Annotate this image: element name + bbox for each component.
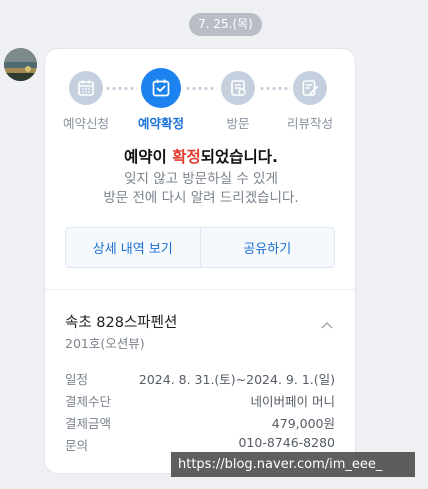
step-3-store-icon (221, 71, 255, 105)
step-label-request: 예약신청 (62, 116, 109, 131)
detail-key: 문의 (65, 438, 89, 453)
headline-suffix: 되었습니다. (200, 148, 278, 166)
progress-steps: 예약신청 예약확정 방문 리뷰작성 (45, 68, 355, 131)
profile-photo-icon (4, 48, 37, 81)
step-connector (259, 87, 291, 90)
action-bar: 상세 내역 보기 공유하기 (65, 227, 335, 268)
detail-key: 일정 (65, 372, 89, 387)
detail-key: 결제수단 (65, 394, 112, 409)
divider (45, 289, 355, 290)
view-details-button[interactable]: 상세 내역 보기 (66, 228, 200, 267)
step-2-calendar-check-icon (141, 68, 181, 108)
detail-key: 결제금액 (65, 416, 112, 431)
headline-prefix: 예약이 (124, 148, 173, 166)
step-label-confirmed: 예약확정 (137, 116, 184, 131)
watermark: https://blog.naver.com/im_eee_ (171, 452, 415, 477)
place-name: 속초 828스파펜션 (65, 315, 178, 331)
step-label-visit: 방문 (226, 116, 250, 131)
step-connector (185, 87, 217, 90)
detail-row-amount: 결제금액 479,000원 (65, 413, 335, 433)
room-name: 201호(오션뷰) (65, 336, 145, 351)
date-separator: 7. 25.(목) (189, 13, 262, 36)
confirmation-headline: 예약이 확정되었습니다. (45, 145, 355, 167)
detail-value: 479,000원 (271, 416, 335, 431)
detail-row-payment-method: 결제수단 네이버페이 머니 (65, 391, 335, 411)
step-4-pencil-note-icon (293, 71, 327, 105)
step-label-review: 리뷰작성 (286, 116, 333, 131)
headline-highlight: 확정 (172, 148, 201, 166)
chevron-up-icon[interactable] (321, 321, 333, 329)
reservation-card: 예약신청 예약확정 방문 리뷰작성 예약이 확정되었습니다. 잊지 않고 방문하… (44, 48, 356, 474)
subtext-line-1: 잊지 않고 방문하실 수 있게 (124, 171, 278, 187)
detail-value: 2024. 8. 31.(토)~2024. 9. 1.(일) (138, 372, 335, 387)
subtext-line-2: 방문 전에 다시 알려 드리겠습니다. (103, 190, 299, 206)
detail-value: 네이버페이 머니 (250, 394, 335, 409)
confirmation-subtext: 잊지 않고 방문하실 수 있게 방문 전에 다시 알려 드리겠습니다. (45, 170, 355, 208)
detail-row-schedule: 일정 2024. 8. 31.(토)~2024. 9. 1.(일) (65, 369, 335, 389)
step-1-calendar-icon (69, 71, 103, 105)
step-connector (105, 87, 137, 90)
share-button[interactable]: 공유하기 (199, 228, 335, 267)
avatar[interactable] (4, 48, 37, 81)
